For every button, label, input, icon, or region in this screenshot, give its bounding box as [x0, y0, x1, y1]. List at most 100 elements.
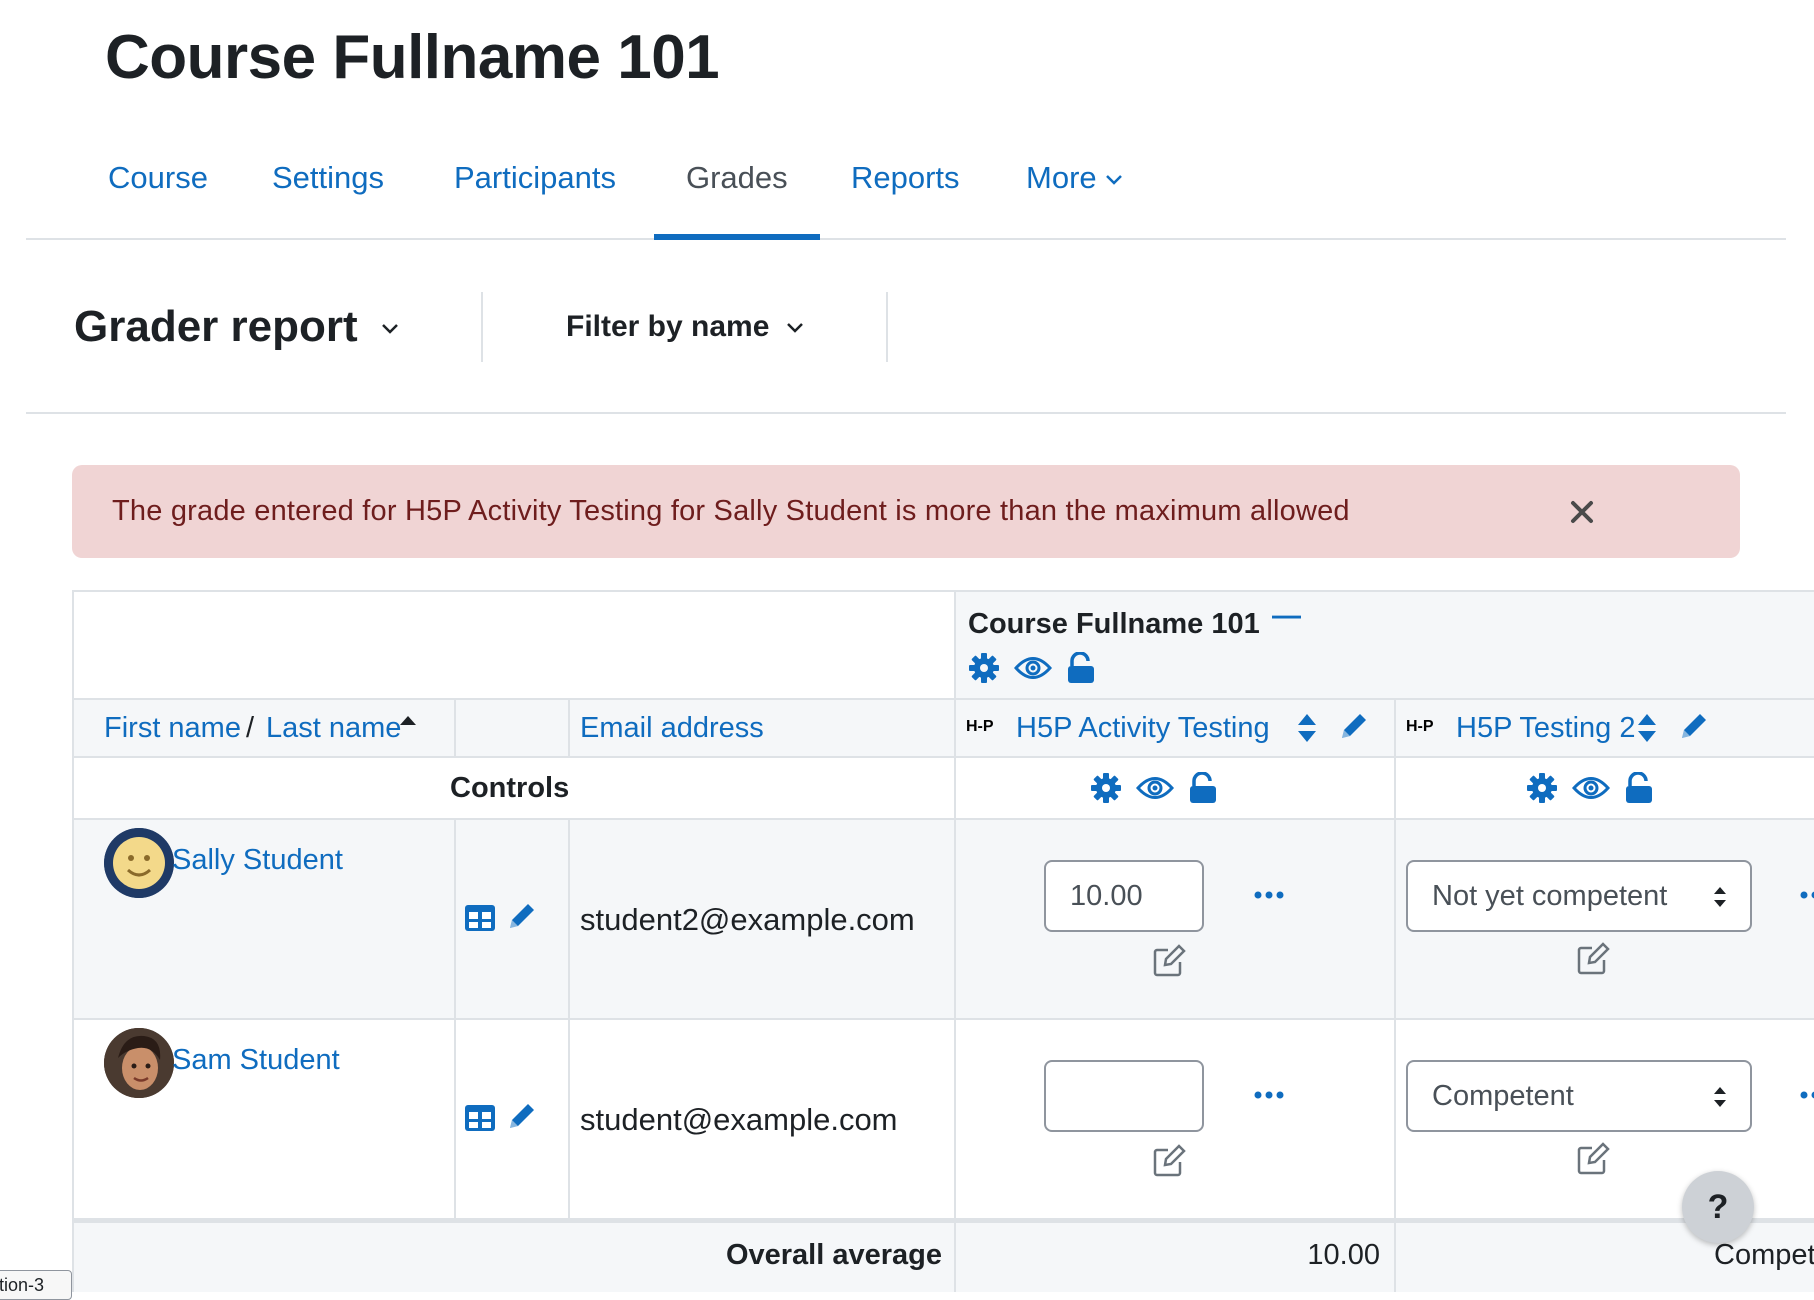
- category-controls: [968, 652, 1096, 684]
- more-actions-icon[interactable]: [1254, 1090, 1284, 1100]
- grade-input[interactable]: 10.00: [1044, 860, 1204, 932]
- edit-feedback-icon[interactable]: [1576, 1142, 1610, 1176]
- student-email: student2@example.com: [580, 902, 915, 938]
- eye-icon[interactable]: [1014, 653, 1052, 683]
- error-alert: The grade entered for H5P Activity Testi…: [72, 465, 1740, 558]
- name-header: First name / Last name: [74, 700, 456, 758]
- student-email: student@example.com: [580, 1102, 898, 1138]
- h5p-icon: H-P: [966, 718, 994, 736]
- grade-cell: 10.00: [956, 820, 1396, 1020]
- sort-first-name-link[interactable]: First name: [104, 712, 241, 745]
- scale-grade-select[interactable]: Competent: [1406, 1060, 1752, 1132]
- pencil-icon[interactable]: [1336, 710, 1370, 744]
- course-nav: Course Settings Participants Grades Repo…: [26, 150, 1786, 240]
- active-tab-indicator: [654, 234, 820, 240]
- scale-grade-cell: Not yet competent: [1396, 820, 1814, 1020]
- tab-more-label: More: [1026, 160, 1097, 195]
- average-label-cell: Overall average: [74, 1220, 956, 1292]
- scale-grade-select[interactable]: Not yet competent: [1406, 860, 1752, 932]
- actions-header: [456, 700, 570, 758]
- unlock-icon[interactable]: [1188, 772, 1218, 804]
- item-link-1[interactable]: H5P Activity Testing: [1016, 712, 1270, 745]
- alert-message: The grade entered for H5P Activity Testi…: [112, 495, 1350, 528]
- pencil-icon[interactable]: [504, 1100, 538, 1134]
- overall-average-label: Overall average: [726, 1239, 942, 1272]
- student-email-cell: student2@example.com: [570, 820, 956, 1020]
- avatar[interactable]: [104, 828, 174, 898]
- pencil-icon[interactable]: [1676, 710, 1710, 744]
- overall-average-value: 10.00: [1307, 1239, 1380, 1272]
- h5p-icon: H-P: [1406, 718, 1434, 736]
- student-name-cell: Sally Student: [74, 820, 456, 1020]
- average-cell: Compete: [1396, 1220, 1814, 1292]
- more-actions-icon[interactable]: [1800, 1090, 1814, 1100]
- divider: [481, 292, 483, 362]
- overall-average-value: Compete: [1714, 1239, 1814, 1272]
- select-arrows-icon: [1712, 1084, 1728, 1110]
- student-name-link[interactable]: Sally Student: [172, 844, 343, 877]
- unlock-icon[interactable]: [1066, 652, 1096, 684]
- student-email-cell: student@example.com: [570, 1020, 956, 1220]
- sort-last-name-link[interactable]: Last name: [266, 712, 401, 745]
- sort-icon[interactable]: [1296, 712, 1318, 744]
- selected-option: Not yet competent: [1432, 880, 1667, 912]
- student-actions-cell: [456, 820, 570, 1020]
- avatar[interactable]: [104, 1028, 174, 1098]
- item-controls-2: [1396, 758, 1814, 820]
- category-header: Course Fullname 101 —: [956, 592, 1814, 700]
- average-cell: 10.00: [956, 1220, 1396, 1292]
- chevron-down-icon[interactable]: [786, 322, 804, 334]
- student-name-link[interactable]: Sam Student: [172, 1044, 340, 1077]
- tab-participants[interactable]: Participants: [454, 160, 616, 196]
- chevron-down-icon[interactable]: [380, 322, 400, 336]
- report-selector[interactable]: Grader report: [74, 302, 358, 352]
- controls-label: Controls: [450, 772, 569, 805]
- item-header-2: H-P H5P Testing 2: [1396, 700, 1814, 758]
- controls-label-cell: Controls: [74, 758, 956, 820]
- gear-icon[interactable]: [1090, 772, 1122, 804]
- item-controls-1: [956, 758, 1396, 820]
- grade-input[interactable]: [1044, 1060, 1204, 1132]
- scale-grade-cell: Competent: [1396, 1020, 1814, 1220]
- divider: [26, 412, 1786, 414]
- pencil-icon[interactable]: [504, 900, 538, 934]
- eye-icon[interactable]: [1136, 773, 1174, 803]
- grade-table-icon[interactable]: [464, 904, 496, 932]
- tab-course[interactable]: Course: [108, 160, 208, 196]
- select-arrows-icon: [1712, 884, 1728, 910]
- item-link-2[interactable]: H5P Testing 2: [1456, 712, 1636, 745]
- name-separator: /: [246, 712, 254, 745]
- sort-email-link[interactable]: Email address: [580, 712, 764, 745]
- chevron-down-icon: [1105, 174, 1123, 186]
- section-tab[interactable]: tion-3: [0, 1270, 72, 1300]
- sort-icon[interactable]: [1636, 712, 1658, 744]
- tab-more[interactable]: More: [1026, 160, 1123, 196]
- student-name-cell: Sam Student: [74, 1020, 456, 1220]
- gear-icon[interactable]: [968, 652, 1000, 684]
- tab-grades[interactable]: Grades: [686, 160, 788, 196]
- unlock-icon[interactable]: [1624, 772, 1654, 804]
- collapse-category-button[interactable]: —: [1272, 600, 1301, 633]
- item-header-1: H-P H5P Activity Testing: [956, 700, 1396, 758]
- close-icon[interactable]: [1570, 500, 1594, 524]
- eye-icon[interactable]: [1572, 773, 1610, 803]
- grade-table-icon[interactable]: [464, 1104, 496, 1132]
- student-actions-cell: [456, 1020, 570, 1220]
- email-header: Email address: [570, 700, 956, 758]
- edit-feedback-icon[interactable]: [1152, 944, 1186, 978]
- tab-reports[interactable]: Reports: [851, 160, 960, 196]
- avatar-image: [104, 828, 174, 898]
- filter-by-name-button[interactable]: Filter by name: [566, 310, 769, 344]
- help-button[interactable]: ?: [1682, 1171, 1754, 1243]
- more-actions-icon[interactable]: [1800, 890, 1814, 900]
- more-actions-icon[interactable]: [1254, 890, 1284, 900]
- edit-feedback-icon[interactable]: [1152, 1144, 1186, 1178]
- category-title: Course Fullname 101: [968, 608, 1260, 641]
- grade-cell: [956, 1020, 1396, 1220]
- tab-settings[interactable]: Settings: [272, 160, 384, 196]
- gear-icon[interactable]: [1526, 772, 1558, 804]
- sort-ascending-icon: [398, 714, 418, 726]
- grader-table: Course Fullname 101 — First name / Last …: [72, 590, 1814, 1292]
- edit-feedback-icon[interactable]: [1576, 942, 1610, 976]
- page-title: Course Fullname 101: [105, 22, 719, 93]
